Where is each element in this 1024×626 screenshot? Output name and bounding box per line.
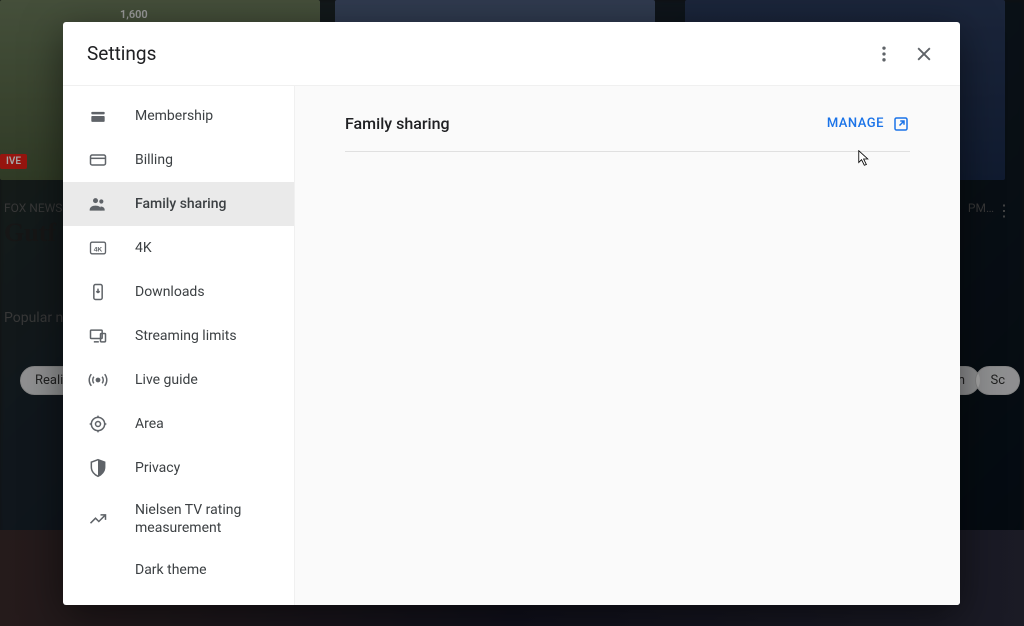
sidebar-item-label: Membership bbox=[135, 107, 213, 125]
sidebar-item-label: Area bbox=[135, 415, 164, 433]
sidebar-item-label: Nielsen TV rating measurement bbox=[135, 501, 270, 537]
4k-icon: 4K bbox=[87, 237, 109, 259]
sidebar-item-privacy[interactable]: Privacy bbox=[63, 446, 294, 490]
open-in-new-icon bbox=[892, 115, 910, 133]
moon-icon bbox=[87, 559, 109, 581]
people-icon bbox=[87, 193, 109, 215]
location-icon bbox=[87, 413, 109, 435]
section-title: Family sharing bbox=[345, 114, 450, 133]
sidebar-item-label: 4K bbox=[135, 239, 152, 257]
settings-dialog: Settings Membership Billing bbox=[63, 22, 960, 605]
settings-content: Family sharing Manage bbox=[295, 86, 960, 605]
sidebar-item-label: Privacy bbox=[135, 459, 180, 477]
settings-sidebar: Membership Billing Family sharing 4K 4K bbox=[63, 86, 295, 605]
sidebar-item-billing[interactable]: Billing bbox=[63, 138, 294, 182]
manage-link[interactable]: Manage bbox=[827, 115, 910, 133]
close-button[interactable] bbox=[904, 34, 944, 74]
trending-icon bbox=[87, 508, 109, 530]
sidebar-item-label: Family sharing bbox=[135, 195, 226, 213]
broadcast-icon bbox=[87, 369, 109, 391]
sidebar-item-label: Streaming limits bbox=[135, 327, 237, 345]
dialog-title: Settings bbox=[87, 42, 864, 65]
devices-icon bbox=[87, 325, 109, 347]
sidebar-item-area[interactable]: Area bbox=[63, 402, 294, 446]
family-sharing-row: Family sharing Manage bbox=[345, 114, 910, 152]
close-icon bbox=[914, 44, 934, 64]
more-options-button[interactable] bbox=[864, 34, 904, 74]
credit-card-icon bbox=[87, 149, 109, 171]
sidebar-item-label: Downloads bbox=[135, 283, 205, 301]
sidebar-item-membership[interactable]: Membership bbox=[63, 94, 294, 138]
membership-icon bbox=[87, 105, 109, 127]
sidebar-item-nielsen[interactable]: Nielsen TV rating measurement bbox=[63, 490, 294, 548]
manage-link-label: Manage bbox=[827, 116, 884, 131]
sidebar-item-live-guide[interactable]: Live guide bbox=[63, 358, 294, 402]
sidebar-item-downloads[interactable]: Downloads bbox=[63, 270, 294, 314]
sidebar-item-dark-theme[interactable]: Dark theme bbox=[63, 548, 294, 592]
download-icon bbox=[87, 281, 109, 303]
sidebar-item-label: Dark theme bbox=[135, 561, 207, 579]
sidebar-item-4k[interactable]: 4K 4K bbox=[63, 226, 294, 270]
dialog-body: Membership Billing Family sharing 4K 4K bbox=[63, 86, 960, 605]
sidebar-item-streaming-limits[interactable]: Streaming limits bbox=[63, 314, 294, 358]
sidebar-item-label: Billing bbox=[135, 151, 173, 169]
svg-text:4K: 4K bbox=[94, 246, 103, 253]
shield-icon bbox=[87, 457, 109, 479]
dialog-header: Settings bbox=[63, 22, 960, 86]
more-vert-icon bbox=[874, 44, 894, 64]
sidebar-item-label: Live guide bbox=[135, 371, 198, 389]
sidebar-item-family-sharing[interactable]: Family sharing bbox=[63, 182, 294, 226]
